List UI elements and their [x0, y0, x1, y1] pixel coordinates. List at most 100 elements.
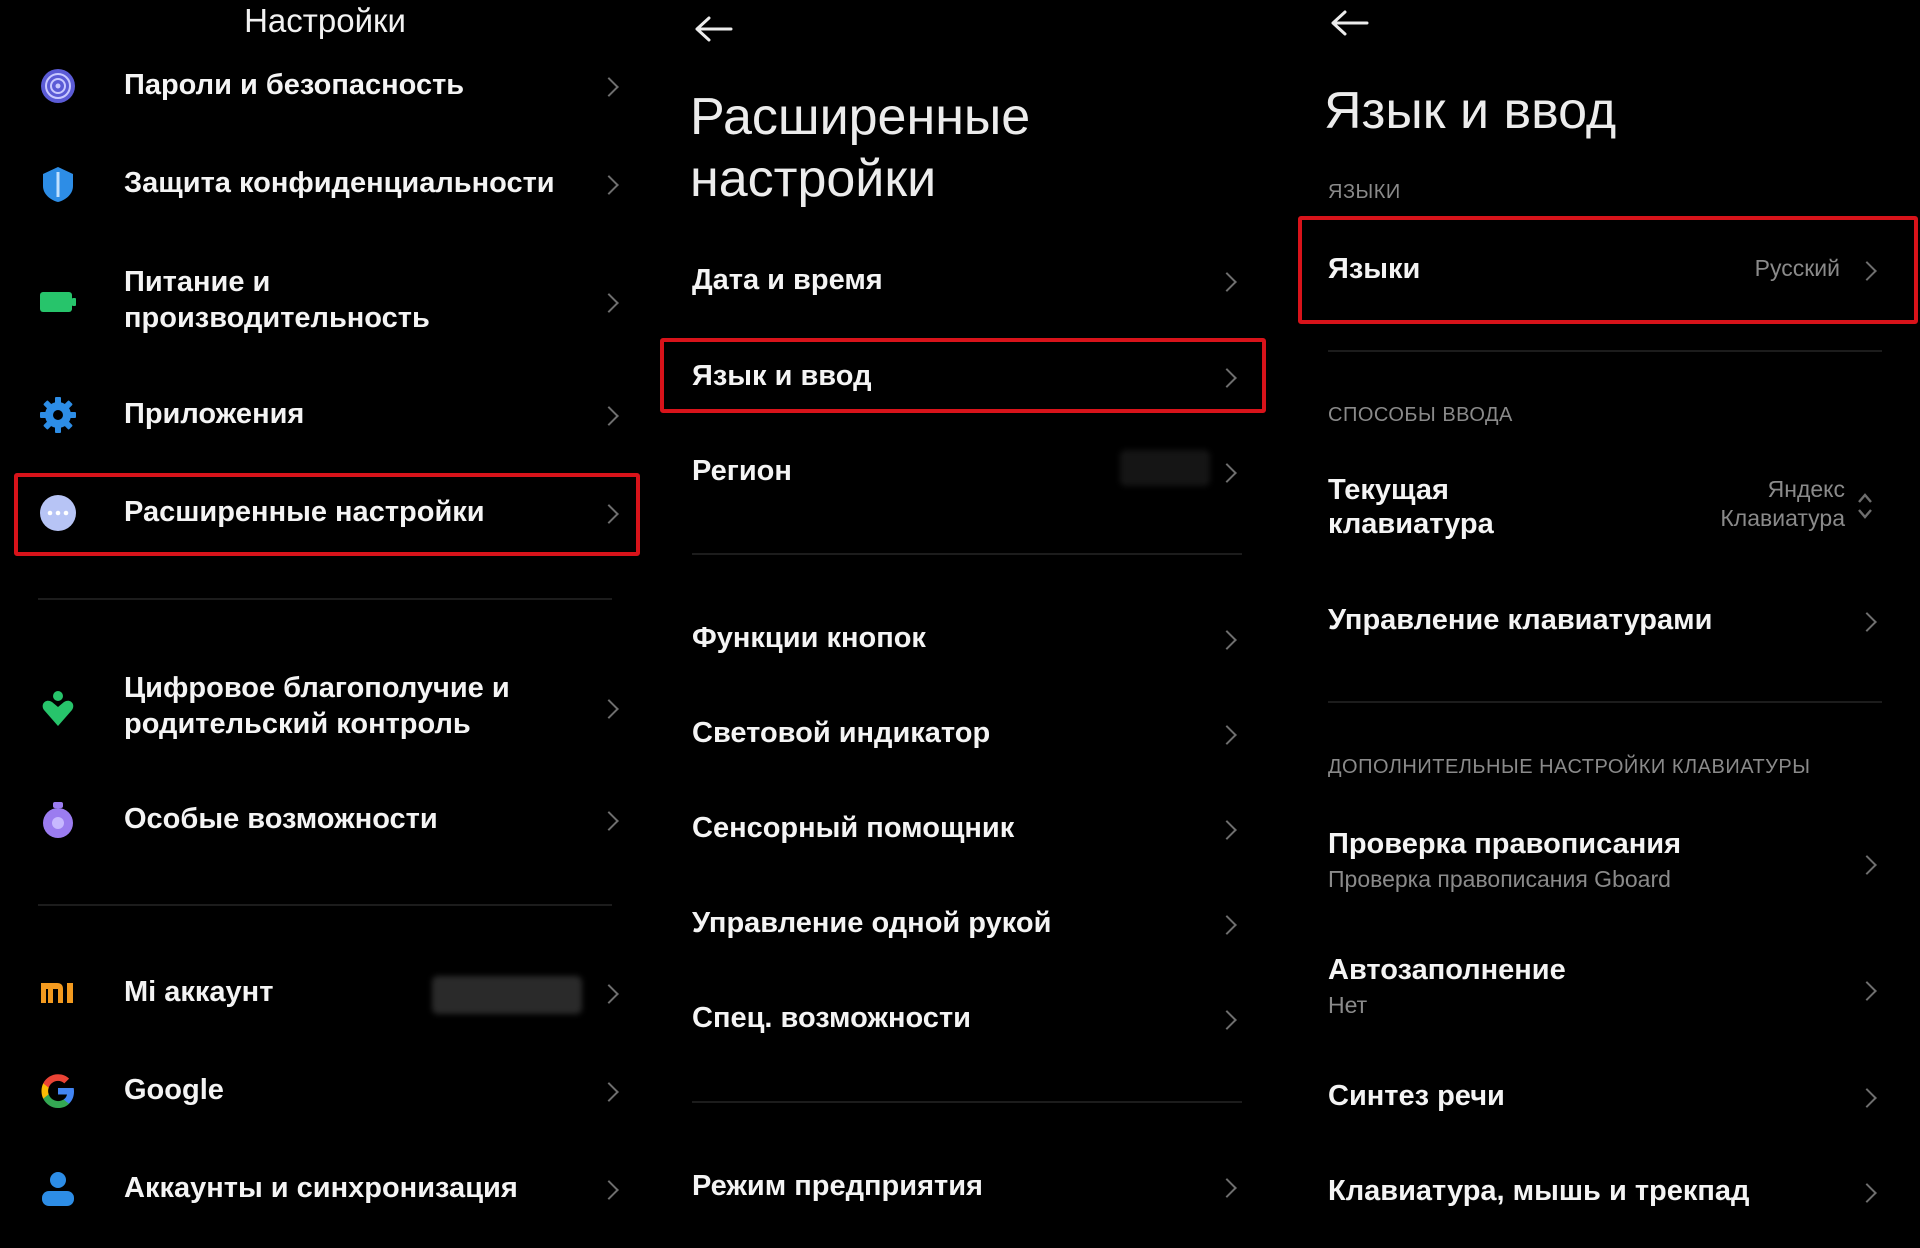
- settings-item-power-performance[interactable]: Питание и производительность: [0, 258, 640, 348]
- chevron-right-icon: [599, 811, 619, 831]
- google-logo-icon: [41, 1074, 74, 1108]
- settings-item-manage-keyboards[interactable]: Управление клавиатурами: [1280, 585, 1920, 655]
- chevron-right-icon: [1217, 272, 1237, 292]
- chevron-right-icon: [599, 175, 619, 195]
- divider: [1328, 701, 1882, 703]
- settings-item-label: Сенсорный помощник: [692, 812, 1015, 844]
- chevron-right-icon: [1217, 725, 1237, 745]
- settings-item-passwords-security[interactable]: Пароли и безопасность: [0, 52, 640, 122]
- chevron-right-icon: [599, 504, 619, 524]
- settings-item-one-handed[interactable]: Управление одной рукой: [640, 888, 1280, 958]
- settings-item-led-indicator[interactable]: Световой индикатор: [640, 698, 1280, 768]
- settings-item-mi-account[interactable]: Mi аккаунт: [0, 959, 640, 1029]
- settings-item-label-line2: клавиатура: [1328, 508, 1494, 540]
- chevron-right-icon: [1857, 261, 1877, 281]
- chevron-right-icon: [1857, 855, 1877, 875]
- settings-item-label: Функции кнопок: [692, 622, 926, 654]
- settings-item-button-functions[interactable]: Функции кнопок: [640, 603, 1280, 673]
- settings-item-label: Расширенные настройки: [124, 496, 485, 528]
- section-header: ЯЗЫКИ: [1328, 181, 1401, 203]
- settings-item-label-line1: Текущая: [1328, 474, 1449, 506]
- settings-item-language-input[interactable]: Язык и ввод: [640, 341, 1280, 411]
- divider: [692, 1101, 1242, 1103]
- settings-item-subtitle: Проверка правописания Gboard: [1328, 866, 1671, 892]
- settings-item-label: Клавиатура, мышь и трекпад: [1328, 1175, 1750, 1207]
- privacy-shield-icon: [43, 167, 73, 202]
- settings-item-label: Google: [124, 1074, 224, 1106]
- settings-item-label: Язык и ввод: [692, 360, 872, 392]
- section-header: СПОСОБЫ ВВОДА: [1328, 404, 1513, 426]
- settings-item-label: Особые возможности: [124, 803, 438, 835]
- settings-item-advanced[interactable]: Расширенные настройки: [0, 479, 640, 549]
- accessibility-icon: [43, 802, 73, 838]
- settings-item-label: Автозаполнение: [1328, 954, 1566, 986]
- settings-item-privacy[interactable]: Защита конфиденциальности: [0, 150, 640, 220]
- languages-value: Русский: [1754, 255, 1840, 281]
- divider: [38, 904, 612, 906]
- chevron-right-icon: [1857, 981, 1877, 1001]
- settings-item-label: Световой индикатор: [692, 717, 991, 749]
- settings-item-label: Mi аккаунт: [124, 976, 274, 1008]
- language-input-panel: Язык и ввод ЯЗЫКИ Языки Русский СПОСОБЫ …: [1280, 0, 1920, 1248]
- settings-item-label: Языки: [1328, 253, 1421, 285]
- person-icon: [42, 1172, 74, 1206]
- chevron-right-icon: [1217, 368, 1237, 388]
- settings-item-touch-assistant[interactable]: Сенсорный помощник: [640, 793, 1280, 863]
- settings-item-tts[interactable]: Синтез речи: [1280, 1061, 1920, 1131]
- redacted-region: [1120, 450, 1210, 486]
- settings-panel: Настройки Пароли и безопасность Защита к…: [0, 0, 640, 1248]
- chevron-right-icon: [1217, 915, 1237, 935]
- gear-icon: [40, 397, 76, 433]
- settings-item-google[interactable]: Google: [0, 1057, 640, 1127]
- settings-item-label: Проверка правописания: [1328, 828, 1681, 860]
- settings-item-current-keyboard[interactable]: Текущая клавиатура Яндекс Клавиатура: [1280, 466, 1920, 556]
- chevron-right-icon: [599, 699, 619, 719]
- settings-item-enterprise-mode[interactable]: Режим предприятия: [640, 1151, 1280, 1221]
- settings-item-accessibility[interactable]: Особые возможности: [0, 786, 640, 856]
- settings-item-label: Режим предприятия: [692, 1170, 983, 1202]
- chevron-right-icon: [1217, 463, 1237, 483]
- back-arrow-icon[interactable]: [694, 14, 734, 44]
- chevron-right-icon: [599, 77, 619, 97]
- battery-icon: [40, 292, 76, 312]
- settings-item-accessibility[interactable]: Спец. возможности: [640, 983, 1280, 1053]
- settings-item-label: Управление клавиатурами: [1328, 604, 1713, 636]
- settings-item-spell-check[interactable]: Проверка правописания Проверка правописа…: [1280, 818, 1920, 908]
- chevron-right-icon: [599, 1180, 619, 1200]
- settings-item-label: Спец. возможности: [692, 1002, 971, 1034]
- chevron-right-icon: [1217, 1010, 1237, 1030]
- back-arrow-icon[interactable]: [1330, 8, 1370, 38]
- page-title-line1: Расширенные: [690, 88, 1031, 146]
- settings-item-label-line1: Питание и: [124, 266, 271, 298]
- page-title: Язык и ввод: [1324, 82, 1617, 140]
- settings-item-apps[interactable]: Приложения: [0, 381, 640, 451]
- settings-item-region[interactable]: Регион: [640, 436, 1280, 506]
- chevron-right-icon: [1217, 820, 1237, 840]
- mi-logo-icon: [41, 983, 73, 1003]
- settings-item-label-line2: производительность: [124, 302, 430, 334]
- fingerprint-icon: [41, 69, 75, 103]
- settings-item-digital-wellbeing[interactable]: Цифровое благополучие и родительский кон…: [0, 664, 640, 754]
- divider: [38, 598, 612, 600]
- settings-item-languages[interactable]: Языки Русский: [1280, 234, 1920, 304]
- chevron-right-icon: [1217, 1178, 1237, 1198]
- wellbeing-icon: [42, 691, 74, 726]
- advanced-settings-panel: Расширенные настройки Дата и время Язык …: [640, 0, 1280, 1248]
- settings-item-label-line2: родительский контроль: [124, 708, 471, 740]
- settings-item-accounts-sync[interactable]: Аккаунты и синхронизация: [0, 1155, 640, 1225]
- settings-item-date-time[interactable]: Дата и время: [640, 245, 1280, 315]
- chevron-right-icon: [1857, 1088, 1877, 1108]
- settings-item-label: Регион: [692, 455, 792, 487]
- current-keyboard-value-line2: Клавиатура: [1720, 505, 1845, 531]
- settings-item-label: Аккаунты и синхронизация: [124, 1172, 518, 1204]
- settings-item-subtitle: Нет: [1328, 992, 1368, 1018]
- page-title: Настройки: [244, 2, 406, 39]
- settings-item-label: Дата и время: [692, 264, 883, 296]
- settings-item-keyboard-mouse-trackpad[interactable]: Клавиатура, мышь и трекпад: [1280, 1156, 1920, 1226]
- chevron-right-icon: [599, 406, 619, 426]
- chevron-right-icon: [1857, 1183, 1877, 1203]
- settings-item-autofill[interactable]: Автозаполнение Нет: [1280, 944, 1920, 1034]
- section-header: ДОПОЛНИТЕЛЬНЫЕ НАСТРОЙКИ КЛАВИАТУРЫ: [1328, 756, 1811, 778]
- current-keyboard-value-line1: Яндекс: [1767, 476, 1845, 502]
- chevron-right-icon: [1217, 630, 1237, 650]
